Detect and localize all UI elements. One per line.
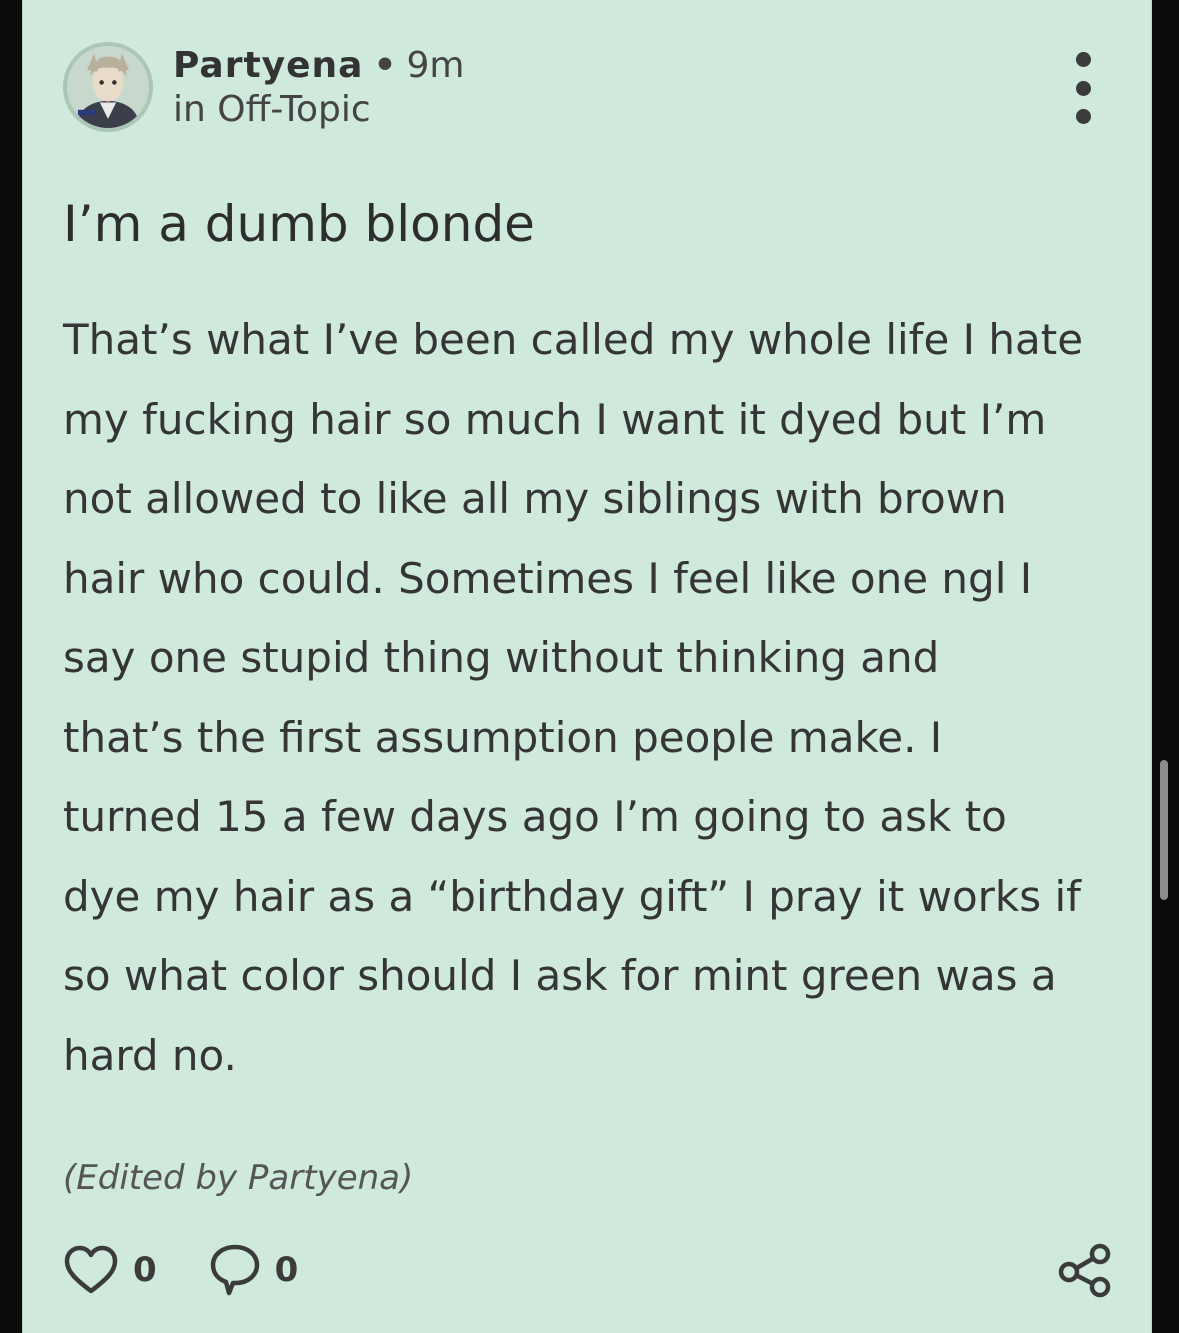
post-body: That’s what I’ve been called my whole li…: [63, 300, 1123, 1095]
comment-count: 0: [274, 1250, 299, 1290]
avatar-image: [67, 46, 149, 128]
share-icon: [1058, 1243, 1111, 1298]
author-name[interactable]: Partyena: [173, 45, 363, 86]
post-body-line: say one stupid thing without thinking an…: [63, 633, 940, 682]
comment-bubble-icon: [210, 1244, 259, 1296]
post-body-line: That’s what I’ve been called my whole li…: [63, 315, 1084, 364]
like-button[interactable]: 0: [63, 1244, 157, 1296]
screen: Partyena • 9m in Off-Topic I’m a dumb blon…: [0, 0, 1179, 1333]
post-body-line: turned 15 a few days ago I’m going to as…: [63, 792, 1007, 841]
post-title: I’m a dumb blonde: [63, 195, 535, 253]
heart-icon: [64, 1245, 118, 1294]
author-line: Partyena • 9m: [173, 44, 464, 88]
post-actions: 0 0: [63, 1242, 350, 1298]
post-body-line: that’s the first assumption people make.…: [63, 712, 943, 762]
more-vertical-icon: [1075, 80, 1091, 96]
post-body-line: not allowed to like all my siblings with…: [63, 474, 1007, 523]
comment-button[interactable]: 0: [209, 1243, 299, 1297]
more-vertical-icon: [1075, 109, 1091, 124]
like-count: 0: [133, 1250, 157, 1290]
author-avatar[interactable]: [63, 42, 153, 132]
separator-dot: •: [373, 45, 397, 86]
post-time: 9m: [406, 45, 465, 86]
post-body-line: hard no.: [63, 1030, 237, 1080]
post-body-line: hair who could. Sometimes I feel like on…: [63, 553, 1033, 603]
scrollbar[interactable]: [1160, 760, 1168, 900]
post-card: Partyena • 9m in Off-Topic I’m a dumb blon…: [22, 0, 1152, 1333]
community-label[interactable]: in Off-Topic: [173, 88, 371, 132]
more-vertical-icon: [1075, 52, 1091, 67]
post-body-line: so what color should I ask for mint gree…: [63, 951, 1057, 1000]
edited-note: (Edited by Partyena): [63, 1158, 414, 1198]
post-body-line: my fucking hair so much I want it dyed b…: [63, 394, 1047, 444]
share-button[interactable]: [1055, 1242, 1115, 1300]
more-options-button[interactable]: [1063, 52, 1103, 124]
post-body-line: dye my hair as a “birthday gift” I pray …: [63, 871, 1081, 921]
